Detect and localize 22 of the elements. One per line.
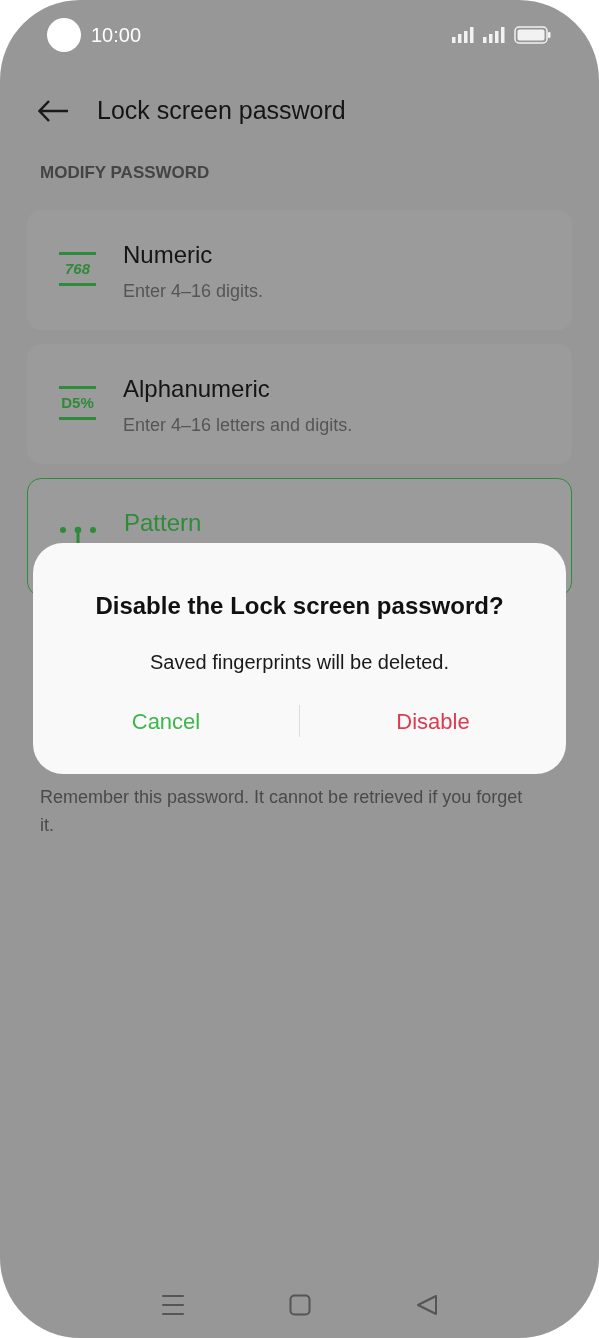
option-title: Pattern: [124, 507, 202, 538]
back-arrow-icon[interactable]: [38, 100, 69, 122]
status-time: 10:00: [91, 23, 142, 48]
back-triangle-icon[interactable]: [415, 1294, 438, 1316]
hint-text: Remember this password. It cannot be retrieved if you forget it.: [40, 786, 524, 837]
disable-button[interactable]: Disable: [300, 697, 566, 745]
menu-icon[interactable]: [161, 1294, 184, 1316]
cancel-button[interactable]: Cancel: [33, 697, 299, 745]
option-description: Enter 4–16 letters and digits.: [123, 413, 353, 437]
section-label: MODIFY PASSWORD: [39, 162, 211, 184]
camera-hole-icon: [47, 18, 81, 52]
signal-icon: [483, 27, 507, 43]
option-description: Enter 4–16 digits.: [123, 279, 264, 303]
page-title: Lock screen password: [97, 95, 346, 127]
option-title: Numeric: [123, 239, 214, 270]
option-card[interactable]: 768 Numeric Enter 4–16 digits.: [27, 209, 572, 330]
signal-icon: [452, 27, 476, 43]
option-title: Alphanumeric: [123, 373, 271, 404]
dialog-message: Saved fingerprints will be deleted.: [149, 650, 450, 675]
battery-icon: [514, 26, 551, 44]
option-card[interactable]: D5% Alphanumeric Enter 4–16 letters and digits.: [27, 343, 572, 464]
home-icon[interactable]: [288, 1294, 311, 1316]
